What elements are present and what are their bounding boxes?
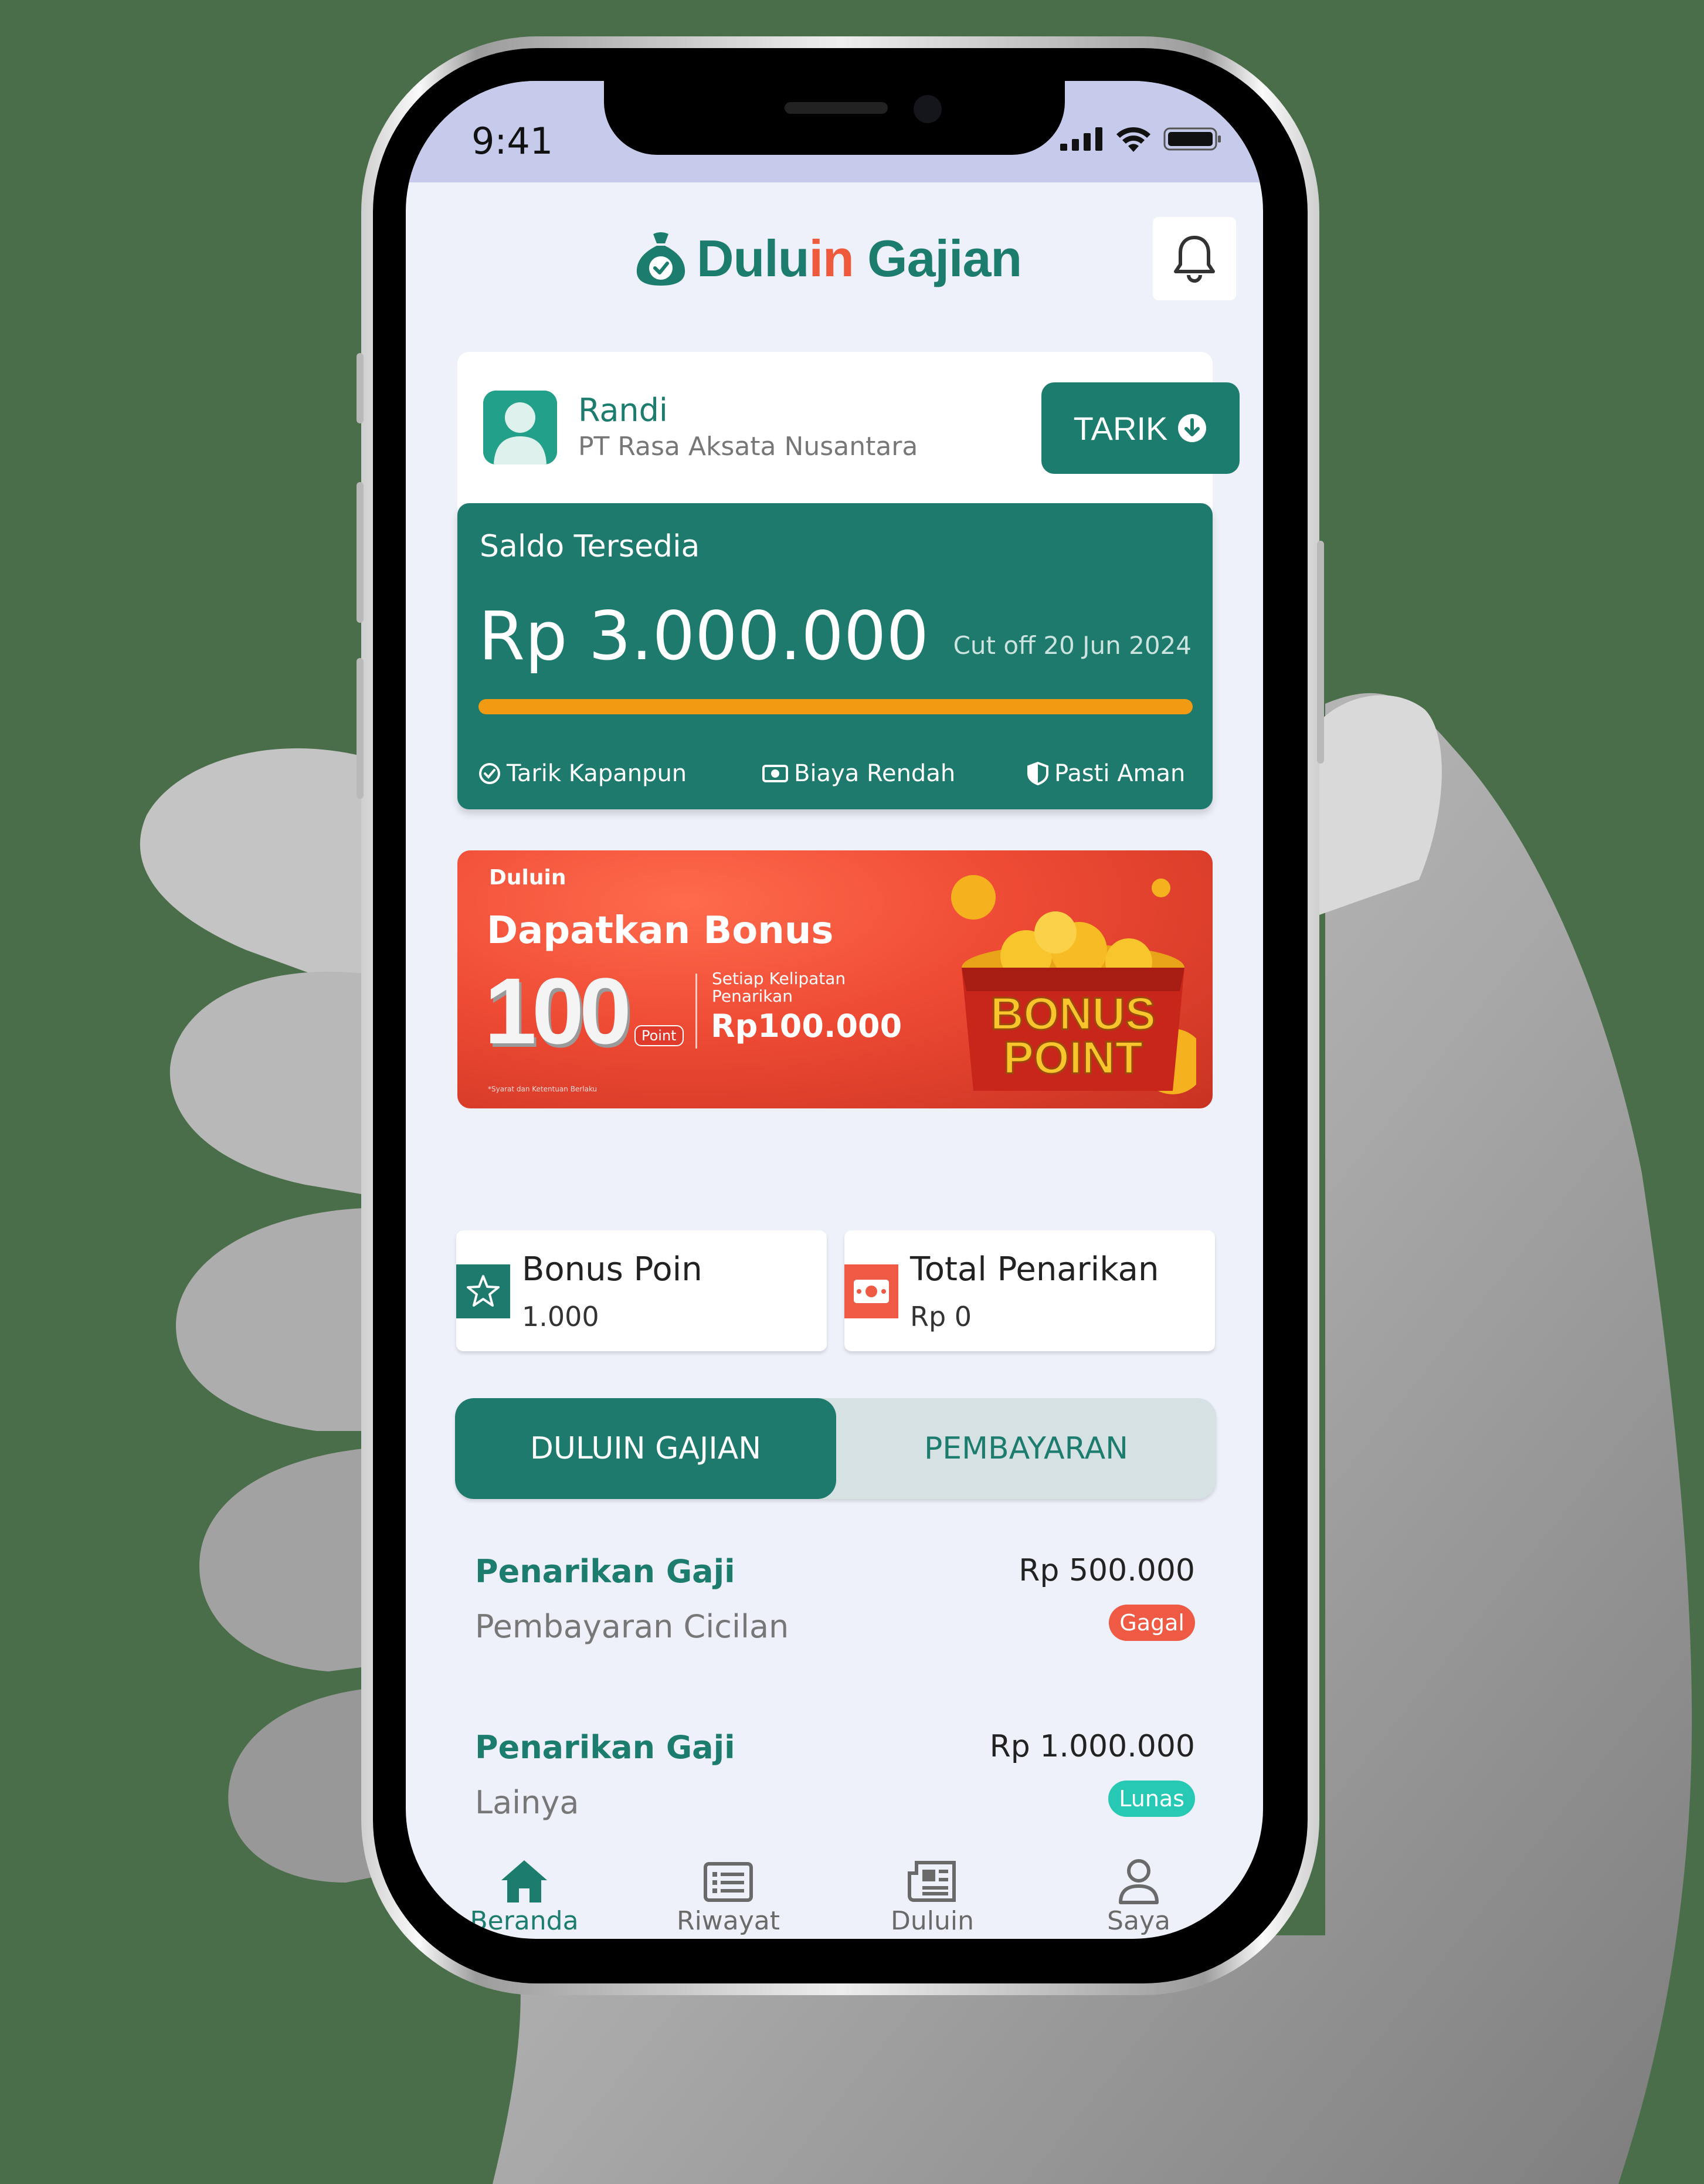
transaction-amount: Rp 1.000.000	[989, 1729, 1195, 1764]
volume-down-button	[357, 658, 364, 799]
balance-card: Saldo Tersedia Rp 3.000.000 Cut off 20 J…	[457, 503, 1213, 809]
status-bar: 9:41	[406, 81, 1263, 182]
nav-label: Riwayat	[677, 1906, 780, 1936]
bonus-chest-illustration: BONUS POINT	[951, 875, 1196, 1094]
profile-card: Randi PT Rasa Aksata Nusantara TARIK	[457, 352, 1240, 510]
cellular-signal-icon	[1060, 127, 1102, 151]
banner-point-tag: Point	[634, 1025, 684, 1046]
home-icon	[501, 1860, 547, 1902]
cash-icon	[762, 765, 788, 782]
banner-chest-line2: POINT	[1003, 1032, 1143, 1083]
shield-icon	[1027, 762, 1048, 785]
nav-label: Duluin	[891, 1906, 974, 1936]
withdraw-label: TARIK	[1073, 409, 1168, 447]
stat-value: 1.000	[522, 1301, 599, 1332]
feature-label: Tarik Kapanpun	[507, 760, 687, 787]
tab-bar: DULUIN GAJIAN PEMBAYARAN	[455, 1398, 1216, 1499]
battery-icon	[1163, 127, 1221, 151]
wifi-icon	[1116, 127, 1150, 152]
nav-label: Saya	[1107, 1906, 1170, 1936]
news-icon	[908, 1861, 956, 1902]
feature-anytime: Tarik Kapanpun	[478, 760, 687, 787]
feature-label: Biaya Rendah	[794, 760, 956, 787]
withdraw-button[interactable]: TARIK	[1041, 382, 1240, 474]
tab-pembayaran[interactable]: PEMBAYARAN	[836, 1398, 1216, 1499]
status-badge: Lunas	[1108, 1781, 1195, 1817]
status-badge: Gagal	[1109, 1605, 1195, 1641]
transaction-amount: Rp 500.000	[1019, 1553, 1195, 1588]
banner-amount: Rp100.000	[711, 1008, 902, 1044]
avatar	[483, 391, 557, 464]
app-logo-text: Duluin Gajian	[697, 229, 1022, 287]
feature-secure: Pasti Aman	[1027, 760, 1185, 787]
banner-big-number: 100	[484, 958, 632, 1063]
user-name: Randi	[578, 392, 668, 429]
app-logo: Duluin Gajian	[636, 226, 1022, 291]
money-bag-icon	[636, 232, 685, 286]
total-withdrawal-card[interactable]: Total Penarikan Rp 0	[844, 1230, 1215, 1351]
transaction-subtitle: Lainya	[475, 1784, 579, 1821]
status-time: 9:41	[471, 120, 554, 162]
check-circle-icon	[479, 763, 500, 784]
user-avatar-icon	[483, 391, 557, 464]
promo-banner[interactable]: Duluin Dapatkan Bonus 100 Point Setiap K…	[457, 850, 1213, 1108]
cutoff-date: Cut off 20 Jun 2024	[953, 631, 1192, 660]
phone-frame: 9:41 Duluin Gajian Randi PT Rasa Aksata …	[357, 36, 1324, 1995]
banner-title: Dapatkan Bonus	[487, 909, 834, 952]
arrow-down-circle-icon	[1178, 414, 1207, 442]
app-screen: 9:41 Duluin Gajian Randi PT Rasa Aksata …	[406, 81, 1263, 1939]
mute-switch	[357, 353, 364, 423]
bonus-points-card[interactable]: Bonus Poin 1.000	[456, 1230, 827, 1351]
money-icon	[844, 1264, 898, 1318]
balance-progress-bar	[478, 699, 1193, 714]
status-icons	[1060, 124, 1222, 154]
notch	[604, 81, 1065, 155]
nav-label: Beranda	[470, 1906, 579, 1936]
transaction-title: Penarikan Gaji	[475, 1553, 735, 1590]
user-icon	[1119, 1859, 1159, 1904]
nav-beranda[interactable]: Beranda	[454, 1858, 595, 1936]
banner-fine-print: *Syarat dan Ketentuan Berlaku	[488, 1085, 598, 1093]
balance-label: Saldo Tersedia	[480, 529, 700, 564]
nav-duluin[interactable]: Duluin	[862, 1858, 1003, 1936]
list-icon	[704, 1862, 753, 1902]
transaction-subtitle: Pembayaran Cicilan	[475, 1608, 789, 1645]
stat-value: Rp 0	[910, 1301, 972, 1332]
speaker-grille	[785, 102, 888, 114]
star-icon	[456, 1264, 510, 1318]
bell-icon	[1174, 236, 1215, 283]
transaction-title: Penarikan Gaji	[475, 1729, 735, 1766]
nav-saya[interactable]: Saya	[1068, 1858, 1209, 1936]
front-camera	[914, 95, 942, 123]
volume-up-button	[357, 482, 364, 623]
stat-title: Total Penarikan	[910, 1250, 1159, 1288]
banner-brand: Duluin	[489, 866, 566, 890]
feature-low-fee: Biaya Rendah	[762, 760, 955, 787]
tab-duluin-gajian[interactable]: DULUIN GAJIAN	[455, 1398, 836, 1499]
balance-amount: Rp 3.000.000	[478, 597, 929, 675]
power-button	[1317, 541, 1324, 764]
banner-subtext: Setiap Kelipatan Penarikan	[712, 969, 846, 1006]
company-name: PT Rasa Aksata Nusantara	[578, 432, 918, 462]
stat-title: Bonus Poin	[522, 1250, 702, 1288]
nav-riwayat[interactable]: Riwayat	[658, 1858, 799, 1936]
notification-button[interactable]	[1153, 217, 1236, 300]
feature-label: Pasti Aman	[1054, 760, 1186, 787]
banner-divider	[695, 974, 697, 1049]
